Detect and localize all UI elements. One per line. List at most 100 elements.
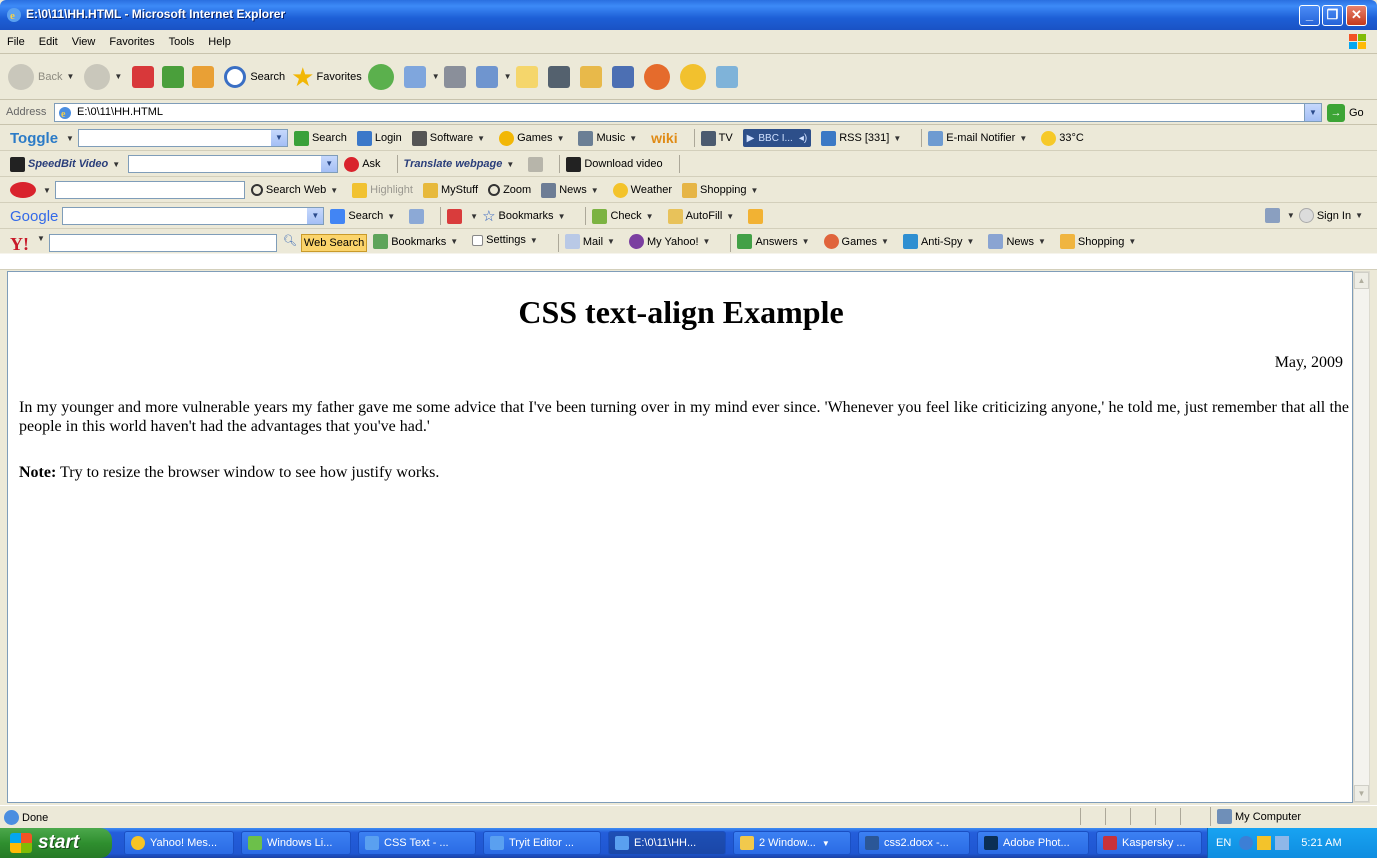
login-button[interactable]: Login	[356, 130, 402, 146]
task-css-text[interactable]: CSS Text - ...	[358, 831, 476, 855]
menu-tools[interactable]: Tools	[162, 30, 202, 54]
weather-icon	[612, 182, 628, 198]
go-button[interactable]: → Go	[1327, 104, 1364, 122]
task-tryit-editor[interactable]: Tryit Editor ...	[483, 831, 601, 855]
answers-button[interactable]: Answers ▼	[737, 234, 813, 249]
email-notifier-button[interactable]: E-mail Notifier ▼	[928, 130, 1031, 146]
menu-favorites[interactable]: Favorites	[102, 30, 161, 54]
wiki-button[interactable]: wiki	[651, 130, 677, 146]
shopping-button[interactable]: Shopping ▼	[682, 182, 762, 198]
yahoo-search-icon[interactable]: 🔍︎	[283, 234, 297, 247]
contacts-icon[interactable]	[715, 65, 738, 88]
messenger-k-icon[interactable]	[547, 65, 570, 88]
yahoo-news-button[interactable]: News ▼	[988, 234, 1049, 249]
zoom-button[interactable]: Zoom	[488, 184, 531, 196]
minimize-button[interactable]: _	[1299, 5, 1320, 26]
yahoo-search-input[interactable]	[48, 234, 277, 252]
task-hh-html[interactable]: E:\0\11\HH...	[608, 831, 726, 855]
tray-arrow-icon[interactable]	[1239, 836, 1254, 850]
weather-button[interactable]: Weather	[612, 182, 672, 198]
antispy-button[interactable]: Anti-Spy ▼	[902, 234, 979, 249]
my-yahoo-button[interactable]: My Yahoo! ▼	[628, 234, 715, 249]
yahoo-games-button[interactable]: Games ▼	[823, 234, 893, 249]
games-button[interactable]: Games ▼	[499, 130, 568, 146]
close-button[interactable]: ✕	[1346, 5, 1367, 26]
task-css2-docx[interactable]: css2.docx -...	[858, 831, 970, 855]
rss-button[interactable]: RSS [331] ▼	[821, 130, 905, 146]
puzzle-icon[interactable]	[409, 208, 425, 224]
wrench-icon[interactable]	[1264, 208, 1280, 223]
messenger-icon[interactable]	[679, 63, 706, 90]
settings-button[interactable]: Settings ▼	[472, 234, 542, 246]
task-adobe-photoshop[interactable]: Adobe Phot...	[977, 831, 1089, 855]
menu-help[interactable]: Help	[201, 30, 238, 54]
ask-button[interactable]: Ask	[344, 156, 381, 172]
mail-icon[interactable]	[403, 65, 426, 88]
news-button[interactable]: News ▼	[541, 182, 602, 198]
start-button[interactable]: start	[0, 828, 112, 858]
print-icon[interactable]	[443, 65, 466, 88]
media-player[interactable]: ▶ BBC I... ◂)	[742, 129, 812, 147]
pen-icon[interactable]	[579, 65, 602, 88]
tv-button[interactable]: TV	[700, 130, 733, 146]
sign-in-button[interactable]: Sign In ▼	[1298, 208, 1367, 223]
menu-view[interactable]: View	[65, 30, 103, 54]
google-search-input[interactable]: ▼	[62, 207, 325, 225]
pencil-icon[interactable]	[748, 208, 764, 224]
menu-edit[interactable]: Edit	[32, 30, 65, 54]
web-search-button[interactable]: Web Search	[300, 234, 368, 252]
check-button[interactable]: Check ▼	[592, 208, 657, 224]
yahoo-messenger-icon	[131, 836, 145, 850]
yahoo-bookmarks-button[interactable]: Bookmarks ▼	[373, 234, 462, 249]
back-button[interactable]: Back ▼	[8, 63, 78, 90]
address-dropdown-icon[interactable]: ▼	[1304, 104, 1321, 121]
media-icon[interactable]	[643, 63, 670, 90]
maximize-button[interactable]: ❐	[1322, 5, 1343, 26]
speedbit-search-input[interactable]: ▼	[128, 155, 339, 173]
scroll-up-arrow-icon[interactable]: ▲	[1354, 272, 1369, 289]
task-windows-explorer[interactable]: 2 Window... ▼	[733, 831, 851, 855]
search-button[interactable]: Search	[224, 65, 285, 88]
music-button[interactable]: Music ▼	[578, 130, 641, 146]
scroll-down-arrow-icon[interactable]: ▼	[1354, 785, 1369, 802]
refresh-icon[interactable]	[162, 65, 185, 88]
highlighter-icon[interactable]	[528, 156, 544, 172]
page-note: Note: Try to resize the browser window t…	[19, 464, 439, 482]
google-g-icon	[330, 208, 346, 224]
task-windows-live[interactable]: Windows Li...	[241, 831, 351, 855]
autofill-button[interactable]: AutoFill ▼	[667, 208, 739, 224]
toggle-search-input[interactable]: ▼	[77, 129, 288, 147]
menu-file[interactable]: File	[0, 30, 32, 54]
edit-icon[interactable]	[475, 65, 498, 88]
software-button[interactable]: Software ▼	[411, 130, 489, 146]
language-indicator[interactable]: EN	[1216, 837, 1231, 849]
weather-temp[interactable]: 33°C	[1041, 130, 1084, 146]
search-web-button[interactable]: Search Web ▼	[250, 184, 342, 196]
download-video-button[interactable]: Download video	[566, 156, 663, 172]
forward-button[interactable]: ▼	[84, 63, 126, 90]
task-yahoo-messenger[interactable]: Yahoo! Mes...	[124, 831, 234, 855]
bookmarks-button[interactable]: ☆ Bookmarks ▼	[482, 207, 569, 225]
vertical-scrollbar[interactable]: ▲ ▼	[1353, 271, 1370, 803]
speedbit-logo[interactable]: SpeedBit Video ▼	[10, 156, 124, 172]
mystuff-button[interactable]: MyStuff	[422, 182, 478, 198]
home-icon[interactable]	[192, 65, 215, 88]
toggle-search-button[interactable]: Search	[293, 130, 347, 146]
tray-network-icon[interactable]	[1275, 836, 1290, 850]
research-icon[interactable]	[611, 65, 634, 88]
ask-search-input[interactable]	[54, 181, 245, 199]
popup-blocker-icon[interactable]	[447, 208, 463, 224]
task-kaspersky[interactable]: Kaspersky ...	[1096, 831, 1202, 855]
highlight-button[interactable]: Highlight	[352, 182, 413, 198]
translate-button[interactable]: Translate webpage ▼	[404, 158, 519, 170]
history-icon[interactable]	[367, 63, 394, 90]
favorites-button[interactable]: ★ Favorites	[291, 64, 362, 90]
stop-icon[interactable]	[132, 65, 155, 88]
tray-messenger-icon[interactable]	[1257, 836, 1272, 850]
notes-icon[interactable]	[515, 65, 538, 88]
yahoo-shopping-button[interactable]: Shopping ▼	[1059, 234, 1140, 249]
clock[interactable]: 5:21 AM	[1301, 837, 1341, 849]
google-search-button[interactable]: Search ▼	[330, 208, 399, 224]
address-input[interactable]: e E:\0\11\HH.HTML ▼	[54, 103, 1322, 122]
mail-button[interactable]: Mail ▼	[564, 234, 619, 249]
